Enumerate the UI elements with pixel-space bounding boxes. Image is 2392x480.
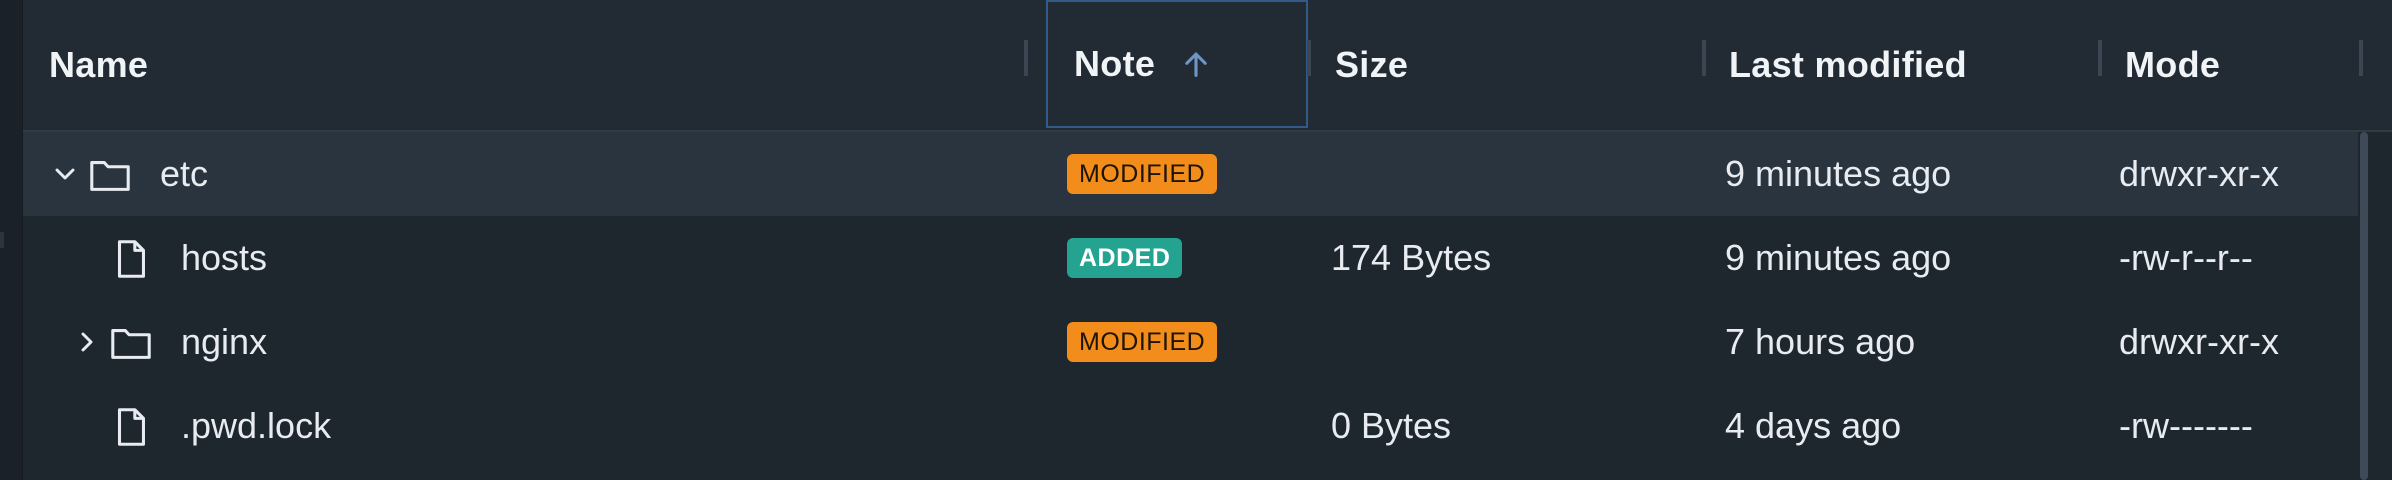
vertical-scrollbar[interactable] [2358,132,2370,480]
file-icon [108,404,154,450]
table-row[interactable]: nginx MODIFIED 7 hours ago drwxr-xr-x [23,300,2361,384]
chevron-right-icon[interactable] [71,326,103,358]
status-badge: ADDED [1067,238,1183,278]
file-changes-panel: Name Note Size Last modified Mode etc MO… [0,0,2392,480]
chevron-down-icon[interactable] [49,158,81,190]
file-table: Name Note Size Last modified Mode etc MO… [23,0,2392,480]
status-badge: MODIFIED [1067,322,1218,362]
column-resize-handle[interactable] [2098,40,2102,76]
column-header-mode[interactable]: Mode [2125,0,2220,130]
file-name: nginx [181,321,268,362]
file-icon [108,236,154,282]
column-resize-handle[interactable] [1702,40,1706,76]
file-name: etc [160,153,209,194]
column-header-mode-label: Mode [2125,44,2221,85]
table-row[interactable]: hosts ADDED 174 Bytes 9 minutes ago -rw-… [23,216,2361,300]
column-header-name-label: Name [49,44,149,85]
left-gutter [0,0,23,480]
column-header-last-modified[interactable]: Last modified [1729,0,1967,130]
column-header-last-modified-label: Last modified [1729,44,1967,85]
last-modified: 9 minutes ago [1725,153,1952,194]
folder-icon [87,152,133,198]
file-mode: -rw------- [2119,405,2253,446]
arrow-up-icon[interactable] [1179,47,1213,81]
folder-icon [108,320,154,366]
file-mode: drwxr-xr-x [2119,153,2279,194]
file-name: .pwd.lock [181,405,332,446]
file-name: hosts [181,237,268,278]
table-header: Name Note Size Last modified Mode [23,0,2392,132]
gutter-marker [0,232,4,248]
file-size: 174 Bytes [1331,237,1492,278]
column-header-note-label: Note [1074,43,1156,84]
file-mode: -rw-r--r-- [2119,237,2253,278]
column-header-size[interactable]: Size [1335,0,1408,130]
file-mode: drwxr-xr-x [2119,321,2279,362]
table-row[interactable]: etc MODIFIED 9 minutes ago drwxr-xr-x [23,132,2361,216]
column-header-size-label: Size [1335,44,1409,85]
status-badge: MODIFIED [1067,154,1218,194]
file-size: 0 Bytes [1331,405,1452,446]
table-body: etc MODIFIED 9 minutes ago drwxr-xr-x ho… [23,132,2361,468]
column-resize-handle[interactable] [2359,40,2363,76]
last-modified: 4 days ago [1725,405,1902,446]
column-header-note[interactable]: Note [1046,0,1308,128]
column-resize-handle[interactable] [1307,40,1311,76]
column-header-name[interactable]: Name [49,0,148,130]
last-modified: 7 hours ago [1725,321,1916,362]
table-row[interactable]: .pwd.lock 0 Bytes 4 days ago -rw------- [23,384,2361,468]
column-resize-handle[interactable] [1024,40,1028,76]
last-modified: 9 minutes ago [1725,237,1952,278]
scrollbar-thumb[interactable] [2360,132,2368,480]
